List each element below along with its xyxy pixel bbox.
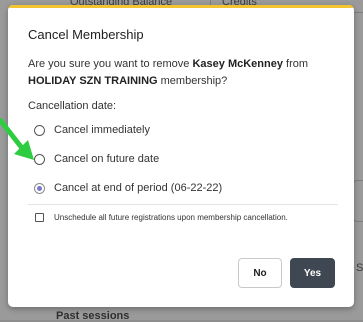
- no-button[interactable]: No: [238, 258, 282, 288]
- unschedule-registrations-option[interactable]: Unschedule all future registrations upon…: [35, 213, 288, 222]
- option-label: Cancel at end of period (06-22-22): [54, 182, 223, 194]
- option-label: Cancel on future date: [54, 153, 160, 165]
- background-past-sessions: Past sessions: [56, 310, 130, 322]
- message-suffix: membership?: [157, 75, 228, 87]
- green-arrow-icon: [0, 118, 34, 160]
- background-edge-text: S: [356, 262, 363, 274]
- message-prefix: Are you sure you want to remove: [28, 58, 193, 70]
- cancellation-date-label: Cancellation date:: [28, 100, 117, 112]
- radio-button-selected[interactable]: [34, 182, 45, 194]
- dialog-message: Are you sure you want to remove Kasey Mc…: [28, 56, 348, 90]
- yes-button[interactable]: Yes: [290, 258, 335, 288]
- cancel-membership-dialog: Cancel Membership Are you sure you want …: [8, 5, 354, 307]
- unschedule-label: Unschedule all future registrations upon…: [54, 213, 288, 222]
- background-edge-card: [353, 180, 363, 222]
- membership-name: HOLIDAY SZN TRAINING: [28, 75, 158, 87]
- option-cancel-on-future-date[interactable]: Cancel on future date: [34, 153, 159, 165]
- option-cancel-immediately[interactable]: Cancel immediately: [34, 124, 150, 136]
- option-cancel-at-end-of-period[interactable]: Cancel at end of period (06-22-22): [34, 182, 222, 194]
- message-middle: from: [282, 58, 309, 70]
- divider: [28, 204, 338, 205]
- unschedule-checkbox[interactable]: [35, 213, 44, 222]
- option-label: Cancel immediately: [54, 124, 150, 136]
- dialog-accent-bar: [8, 5, 354, 8]
- dialog-title: Cancel Membership: [28, 27, 144, 42]
- member-name: Kasey McKenney: [192, 58, 283, 70]
